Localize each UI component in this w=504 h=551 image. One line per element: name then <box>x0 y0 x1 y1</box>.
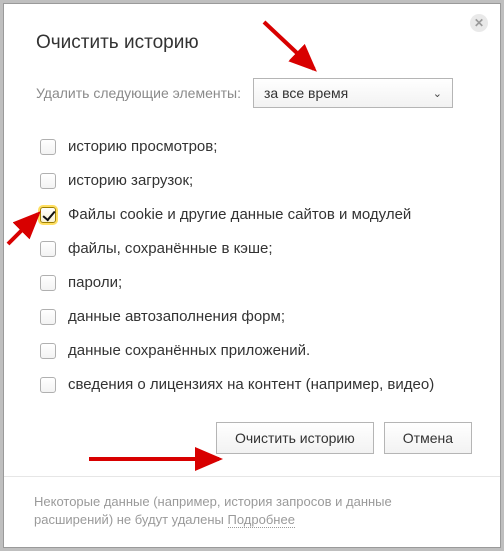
clear-history-dialog: ✕ Очистить историю Удалить следующие эле… <box>3 3 501 548</box>
delete-elements-label: Удалить следующие элементы: <box>36 85 241 101</box>
footer-more-link[interactable]: Подробнее <box>228 512 295 528</box>
cancel-button[interactable]: Отмена <box>384 422 472 454</box>
clear-history-button[interactable]: Очистить историю <box>216 422 374 454</box>
checkbox-app-data[interactable]: данные сохранённых приложений. <box>40 334 480 368</box>
close-icon[interactable]: ✕ <box>470 14 488 32</box>
checkbox-content-licenses[interactable]: сведения о лицензиях на контент (наприме… <box>40 368 480 402</box>
checkbox-icon <box>40 275 56 291</box>
checkbox-list: историю просмотров; историю загрузок; Фа… <box>4 108 500 402</box>
checkbox-icon <box>40 377 56 393</box>
checkbox-icon <box>40 241 56 257</box>
time-range-select[interactable]: за все время ⌄ <box>253 78 453 108</box>
checkbox-label: Файлы cookie и другие данные сайтов и мо… <box>68 206 411 223</box>
checkbox-cached-files[interactable]: файлы, сохранённые в кэше; <box>40 232 480 266</box>
time-range-row: Удалить следующие элементы: за все время… <box>4 54 500 108</box>
checkbox-label: историю просмотров; <box>68 138 217 155</box>
chevron-down-icon: ⌄ <box>433 87 442 100</box>
checkbox-passwords[interactable]: пароли; <box>40 266 480 300</box>
checkbox-label: сведения о лицензиях на контент (наприме… <box>68 376 434 393</box>
dialog-title: Очистить историю <box>4 4 500 54</box>
checkbox-label: историю загрузок; <box>68 172 193 189</box>
checkbox-autofill[interactable]: данные автозаполнения форм; <box>40 300 480 334</box>
button-row: Очистить историю Отмена <box>4 402 500 454</box>
checkbox-download-history[interactable]: историю загрузок; <box>40 164 480 198</box>
checkbox-icon <box>40 343 56 359</box>
footer-text: Некоторые данные (например, история запр… <box>34 494 392 527</box>
checkbox-icon <box>40 309 56 325</box>
checkbox-icon <box>40 173 56 189</box>
checkbox-icon <box>40 139 56 155</box>
checkbox-icon <box>40 207 56 223</box>
checkbox-label: данные сохранённых приложений. <box>68 342 310 359</box>
checkbox-browsing-history[interactable]: историю просмотров; <box>40 130 480 164</box>
checkbox-label: пароли; <box>68 274 122 291</box>
time-range-value: за все время <box>264 85 348 101</box>
checkbox-cookies[interactable]: Файлы cookie и другие данные сайтов и мо… <box>40 198 480 232</box>
checkbox-label: файлы, сохранённые в кэше; <box>68 240 273 257</box>
checkbox-label: данные автозаполнения форм; <box>68 308 285 325</box>
footer-note: Некоторые данные (например, история запр… <box>4 476 500 547</box>
